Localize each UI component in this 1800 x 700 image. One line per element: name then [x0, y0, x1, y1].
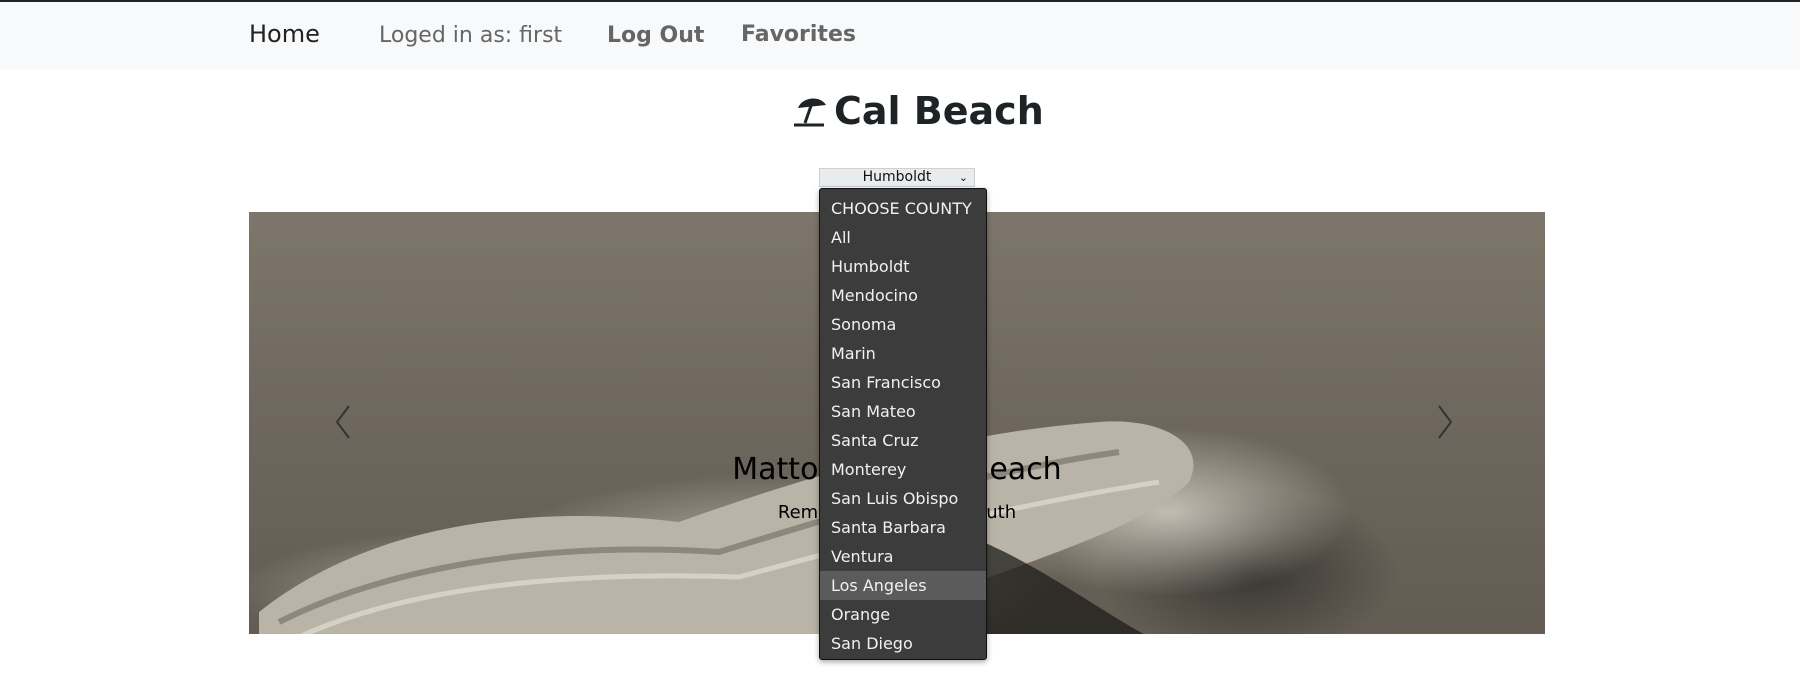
beach-umbrella-icon	[794, 98, 826, 127]
county-option[interactable]: San Francisco	[820, 368, 986, 397]
county-option[interactable]: Ventura	[820, 542, 986, 571]
chevron-down-icon: ⌄	[958, 171, 968, 184]
beach-photo	[259, 421, 1194, 634]
county-option[interactable]: Mendocino	[820, 281, 986, 310]
nav-user-status: Loged in as: first	[379, 23, 563, 48]
carousel-prev-icon[interactable]	[329, 400, 357, 444]
county-option[interactable]: CHOOSE COUNTY	[820, 194, 986, 223]
brand-header: Cal Beach	[790, 86, 1044, 136]
nav-logout-link[interactable]: Log Out	[607, 23, 704, 48]
carousel-next-icon[interactable]	[1431, 400, 1459, 444]
nav-favorites-link[interactable]: Favorites	[741, 22, 856, 47]
county-option[interactable]: Sonoma	[820, 310, 986, 339]
brand-title: Cal Beach	[834, 89, 1044, 133]
county-option[interactable]: Marin	[820, 339, 986, 368]
county-option[interactable]: Monterey	[820, 455, 986, 484]
county-option[interactable]: Santa Cruz	[820, 426, 986, 455]
nav-home-link[interactable]: Home	[249, 20, 320, 48]
caption-title-start: Mattol	[732, 452, 827, 487]
county-option-highlighted[interactable]: Los Angeles	[820, 571, 986, 600]
county-select[interactable]: Humboldt ⌄	[819, 168, 975, 187]
county-option[interactable]: All	[820, 223, 986, 252]
navbar: Home Loged in as: first Log Out Favorite…	[0, 2, 1800, 70]
county-option[interactable]: San Mateo	[820, 397, 986, 426]
county-option[interactable]: Santa Barbara	[820, 513, 986, 542]
county-dropdown-list[interactable]: CHOOSE COUNTY All Humboldt Mendocino Son…	[819, 188, 987, 660]
county-option[interactable]: San Diego	[820, 629, 986, 658]
county-option[interactable]: Humboldt	[820, 252, 986, 281]
county-option[interactable]: Orange	[820, 600, 986, 629]
county-option[interactable]: San Luis Obispo	[820, 484, 986, 513]
county-select-value: Humboldt	[862, 169, 932, 185]
